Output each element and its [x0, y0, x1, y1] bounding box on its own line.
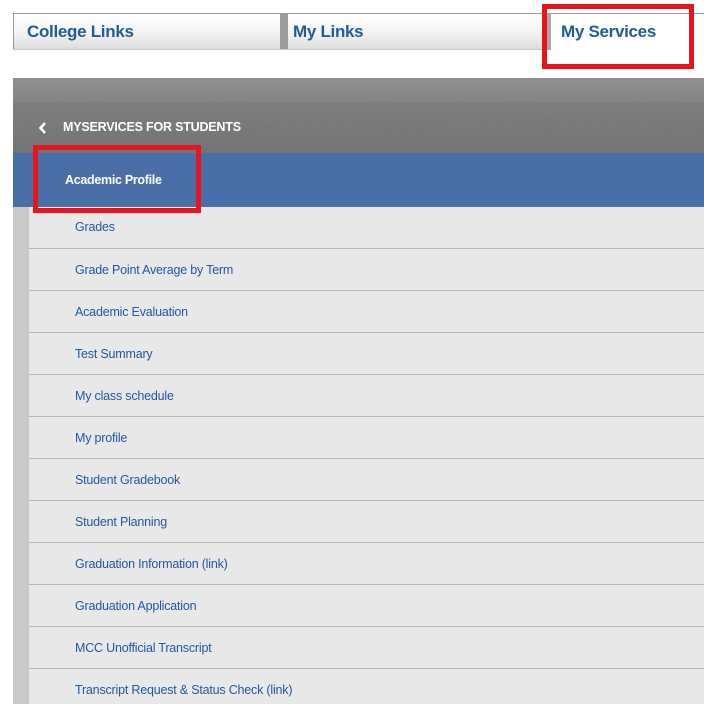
tab-label: College Links: [27, 22, 134, 41]
screenshot-frame: College Links My Links My Services MYSER…: [0, 0, 704, 704]
menu-item-academic-profile[interactable]: Academic Profile: [13, 153, 704, 207]
submenu-item-academic-evaluation[interactable]: Academic Evaluation: [29, 291, 704, 333]
submenu-item-graduation-information[interactable]: Graduation Information (link): [29, 543, 704, 585]
submenu-item-label: Transcript Request & Status Check (link): [75, 683, 293, 697]
submenu-item-student-gradebook[interactable]: Student Gradebook: [29, 459, 704, 501]
submenu-item-label: Graduation Information (link): [75, 557, 228, 571]
submenu-item-my-profile[interactable]: My profile: [29, 417, 704, 459]
submenu-item-label: Student Gradebook: [75, 473, 181, 487]
panel-top-strip: [13, 78, 704, 102]
tab-divider: [13, 49, 546, 50]
back-to-myservices-header[interactable]: MYSERVICES FOR STUDENTS: [13, 102, 704, 153]
submenu-item-graduation-application[interactable]: Graduation Application: [29, 585, 704, 627]
tab-label: My Services: [561, 22, 656, 41]
tab-bar: College Links My Links My Services: [13, 13, 704, 50]
submenu-item-label: Test Summary: [75, 347, 153, 361]
submenu-item-gpa-by-term[interactable]: Grade Point Average by Term: [29, 249, 704, 291]
submenu-item-student-planning[interactable]: Student Planning: [29, 501, 704, 543]
tab-label: My Links: [293, 22, 364, 41]
services-panel: MYSERVICES FOR STUDENTS Academic Profile…: [13, 78, 704, 704]
submenu-item-label: My profile: [75, 431, 128, 445]
submenu-item-label: Grade Point Average by Term: [75, 263, 234, 277]
submenu-item-label: MCC Unofficial Transcript: [75, 641, 212, 655]
panel-title: MYSERVICES FOR STUDENTS: [63, 120, 241, 134]
submenu-list: Grades Grade Point Average by Term Acade…: [29, 207, 704, 704]
submenu-item-label: Grades: [75, 220, 115, 234]
submenu-item-test-summary[interactable]: Test Summary: [29, 333, 704, 375]
tab-my-links[interactable]: My Links: [280, 13, 546, 50]
submenu-item-grades[interactable]: Grades: [29, 207, 704, 249]
tab-college-links[interactable]: College Links: [13, 13, 280, 50]
submenu-item-class-schedule[interactable]: My class schedule: [29, 375, 704, 417]
submenu-item-label: Student Planning: [75, 515, 168, 529]
submenu-item-label: Academic Evaluation: [75, 305, 188, 319]
menu-item-label: Academic Profile: [65, 173, 162, 187]
submenu-item-unofficial-transcript[interactable]: MCC Unofficial Transcript: [29, 627, 704, 669]
tab-my-services[interactable]: My Services: [546, 13, 704, 50]
submenu-item-transcript-request[interactable]: Transcript Request & Status Check (link): [29, 669, 704, 704]
submenu-item-label: My class schedule: [75, 389, 174, 403]
submenu-item-label: Graduation Application: [75, 599, 197, 613]
chevron-left-icon: [38, 122, 46, 134]
